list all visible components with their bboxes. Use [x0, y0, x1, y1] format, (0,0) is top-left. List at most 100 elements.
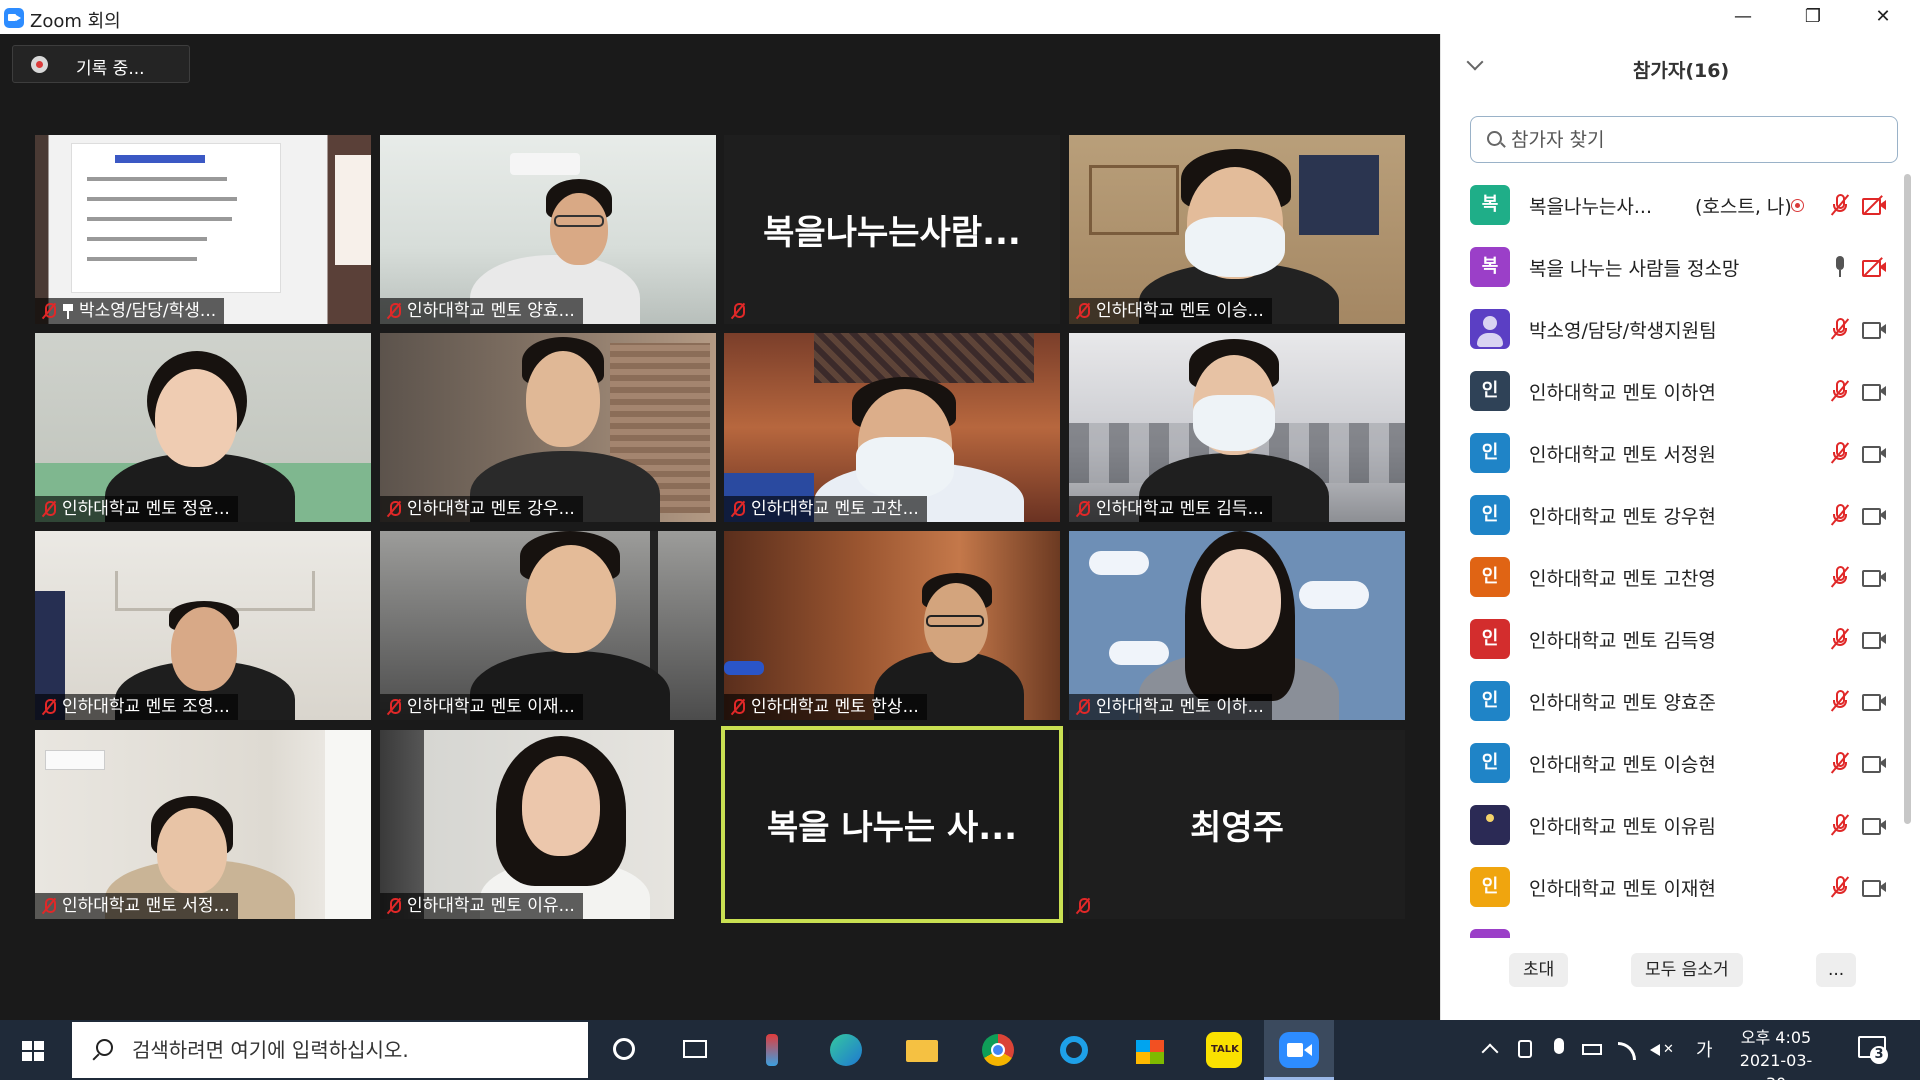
- participant-name: 인하대학교 멘토 이하연: [1529, 382, 1716, 404]
- video-tile[interactable]: 인하대학교 멘토 이재...: [380, 531, 716, 720]
- microphone-icon[interactable]: [1832, 256, 1848, 278]
- video-camera-icon[interactable]: [1862, 569, 1886, 587]
- mic-muted-icon[interactable]: [1832, 690, 1848, 712]
- participant-row[interactable]: 복 복을 나누는 사람들 정소망: [1441, 236, 1901, 298]
- participant-row[interactable]: 인 인하대학교 멘토 김득영: [1441, 608, 1901, 670]
- mic-muted-icon[interactable]: [1832, 566, 1848, 588]
- mic-muted-icon[interactable]: [1832, 318, 1848, 340]
- system-clock[interactable]: 오후 4:05 2021-03-30: [1730, 1026, 1822, 1080]
- mic-muted-icon: [386, 698, 402, 716]
- chevron-up-icon[interactable]: [1480, 1038, 1502, 1061]
- mic-muted-icon[interactable]: [1832, 504, 1848, 526]
- participant-row[interactable]: 복 복을나누는사... (호스트, 나): [1441, 174, 1901, 236]
- participant-row[interactable]: 윤지인하대학교 멘토 정윤지: [1441, 918, 1901, 938]
- minimize-button[interactable]: —: [1708, 0, 1778, 34]
- battery-icon[interactable]: [1582, 1038, 1604, 1060]
- video-tile[interactable]: 인하대학교 맨토 서정...: [35, 730, 371, 919]
- participant-row[interactable]: 인 인하대학교 멘토 이재현: [1441, 856, 1901, 918]
- video-tile[interactable]: 인하대학교 멘토 고찬...: [724, 333, 1060, 522]
- video-tile[interactable]: 인하대학교 멘토 한상...: [724, 531, 1060, 720]
- wifi-icon[interactable]: [1616, 1038, 1638, 1060]
- video-camera-icon[interactable]: [1862, 879, 1886, 897]
- mic-muted-icon: [41, 698, 57, 716]
- participant-row[interactable]: 박소영/담당/학생지원팀: [1441, 298, 1901, 360]
- video-tile[interactable]: 인하대학교 멘토 이유...: [380, 730, 716, 919]
- video-tile[interactable]: 인하대학교 멘토 조영...: [35, 531, 371, 720]
- taskbar-search-input[interactable]: [132, 1034, 572, 1066]
- edge-browser-icon[interactable]: [826, 1030, 866, 1070]
- video-camera-icon[interactable]: [1862, 693, 1886, 711]
- video-tile[interactable]: 인하대학교 멘토 김득...: [1069, 333, 1405, 522]
- mic-muted-icon[interactable]: [1832, 194, 1848, 216]
- recording-indicator[interactable]: 기록 중...: [12, 45, 190, 83]
- participant-row[interactable]: 인하대학교 멘토 이유림: [1441, 794, 1901, 856]
- input-method-indicator[interactable]: 가: [1696, 1036, 1713, 1062]
- video-tile[interactable]: 인하대학교 멘토 이승...: [1069, 135, 1405, 324]
- mute-all-button[interactable]: 모두 음소거: [1631, 953, 1743, 987]
- video-camera-icon[interactable]: [1862, 445, 1886, 463]
- speaker-muted-icon[interactable]: ✕: [1650, 1038, 1674, 1060]
- tile-name-bar: 인하대학교 멘토 이승...: [1069, 298, 1272, 324]
- paint-brush-app-icon[interactable]: [752, 1030, 792, 1070]
- internet-explorer-icon[interactable]: [1054, 1030, 1094, 1070]
- record-icon: [31, 56, 48, 73]
- window-title: Zoom 회의: [30, 11, 121, 32]
- participant-name: 인하대학교 멘토 김득영: [1529, 630, 1716, 652]
- participant-row[interactable]: 인 인하대학교 멘토 양효준: [1441, 670, 1901, 732]
- close-button[interactable]: ✕: [1848, 0, 1918, 34]
- participant-row[interactable]: 인 인하대학교 멘토 강우현: [1441, 484, 1901, 546]
- video-camera-icon[interactable]: [1862, 383, 1886, 401]
- participant-name: 인하대학교 멘토 정윤지: [1529, 936, 1716, 938]
- mic-muted-icon: [1075, 500, 1091, 518]
- webcam-icon[interactable]: [1514, 1038, 1536, 1060]
- participant-role: (호스트, 나): [1695, 196, 1792, 218]
- video-tile[interactable]: 인하대학교 멘토 이하...: [1069, 531, 1405, 720]
- participant-search-input[interactable]: [1511, 125, 1881, 155]
- chrome-browser-icon[interactable]: [978, 1030, 1018, 1070]
- mic-muted-icon: [1075, 897, 1091, 915]
- video-tile[interactable]: 인하대학교 멘토 양효...: [380, 135, 716, 324]
- tile-name-bar: 인하대학교 멘토 양효...: [380, 298, 583, 324]
- microsoft-store-icon[interactable]: [1130, 1030, 1170, 1070]
- video-off-icon[interactable]: [1862, 195, 1886, 215]
- clock-time: 오후 4:05: [1740, 1028, 1812, 1047]
- participant-row[interactable]: 인 인하대학교 멘토 서정원: [1441, 422, 1901, 484]
- mic-muted-icon[interactable]: [1832, 628, 1848, 650]
- microphone-icon[interactable]: [1548, 1038, 1570, 1060]
- mic-muted-icon[interactable]: [1832, 380, 1848, 402]
- participant-list-scrollbar[interactable]: [1904, 174, 1911, 824]
- video-tile[interactable]: 박소영/담당/학생...: [35, 135, 371, 324]
- mic-muted-icon[interactable]: [1832, 814, 1848, 836]
- file-explorer-icon[interactable]: [902, 1030, 942, 1070]
- mic-muted-icon[interactable]: [1832, 876, 1848, 898]
- more-options-button[interactable]: ...: [1816, 953, 1857, 987]
- participant-avatar: 인: [1470, 619, 1510, 659]
- video-tile[interactable]: 인하대학교 멘토 정윤...: [35, 333, 371, 522]
- mic-muted-icon[interactable]: [1832, 442, 1848, 464]
- video-tile[interactable]: 인하대학교 멘토 강우...: [380, 333, 716, 522]
- kakaotalk-label: TALK: [1211, 1044, 1239, 1055]
- restore-button[interactable]: ❐: [1778, 0, 1848, 34]
- tile-name-bar: 인하대학교 멘토 이하...: [1069, 694, 1272, 720]
- kakaotalk-icon[interactable]: TALK: [1204, 1030, 1244, 1070]
- mic-muted-icon[interactable]: [1832, 752, 1848, 774]
- invite-button[interactable]: 초대: [1509, 953, 1569, 987]
- video-camera-icon[interactable]: [1862, 817, 1886, 835]
- task-view-icon[interactable]: [675, 1030, 715, 1070]
- video-camera-icon[interactable]: [1862, 755, 1886, 773]
- mic-muted-icon: [41, 302, 57, 320]
- video-camera-icon[interactable]: [1862, 507, 1886, 525]
- video-tile[interactable]: 복을나누는사람...: [724, 135, 1060, 324]
- notification-center-icon[interactable]: 3: [1858, 1036, 1888, 1064]
- video-off-icon[interactable]: [1862, 257, 1886, 277]
- zoom-taskbar-button[interactable]: [1264, 1020, 1334, 1080]
- participant-row[interactable]: 인 인하대학교 멘토 이하연: [1441, 360, 1901, 422]
- active-speaker-tile[interactable]: 복을 나누는 사...: [721, 726, 1063, 923]
- participant-row[interactable]: 인 인하대학교 멘토 이승현: [1441, 732, 1901, 794]
- video-camera-icon[interactable]: [1862, 321, 1886, 339]
- participant-row[interactable]: 인 인하대학교 멘토 고찬영: [1441, 546, 1901, 608]
- cortana-icon[interactable]: [605, 1030, 645, 1070]
- windows-start-icon[interactable]: [22, 1041, 44, 1061]
- video-camera-icon[interactable]: [1862, 631, 1886, 649]
- video-tile[interactable]: 최영주: [1069, 730, 1405, 919]
